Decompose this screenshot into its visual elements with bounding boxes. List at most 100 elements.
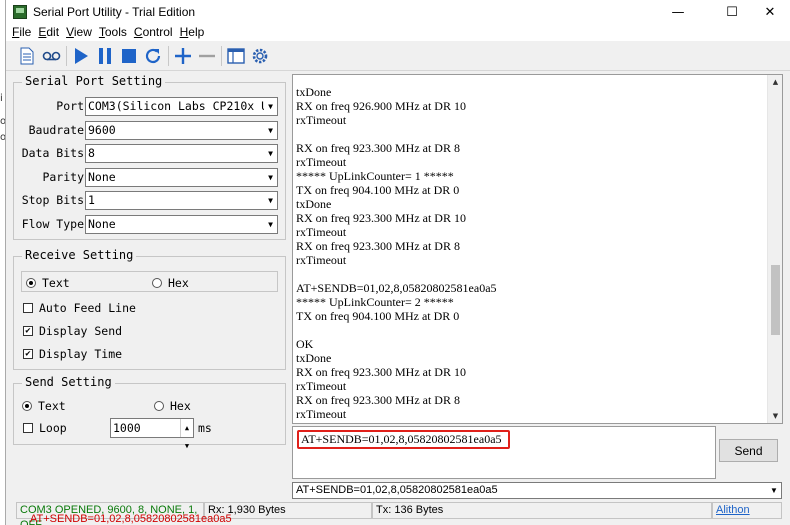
close-button[interactable]: ✕: [748, 0, 790, 24]
port-value: COM3(Silicon Labs CP210x USB: [88, 99, 278, 113]
receive-scrollbar[interactable]: ▲ ▼: [767, 75, 782, 423]
display-time-label: Display Time: [39, 347, 123, 361]
send-text-highlighted: AT+SENDB=01,02,8,05820802581ea0a5: [297, 430, 510, 449]
send-hex-label: Hex: [170, 399, 191, 413]
menu-help[interactable]: Help: [180, 24, 209, 41]
send-history-select[interactable]: AT+SENDB=01,02,8,05820802581ea0a5 ▼: [292, 482, 782, 499]
stop-bits-label: Stop Bits: [21, 193, 84, 207]
window-icon[interactable]: [225, 45, 247, 67]
scroll-down-icon[interactable]: ▼: [768, 409, 782, 423]
baudrate-select[interactable]: 9600 ▼: [85, 121, 278, 140]
app-icon: [13, 5, 27, 19]
loop-icon[interactable]: [41, 45, 63, 67]
loop-checkbox[interactable]: Loop: [23, 421, 67, 435]
scrollbar-thumb[interactable]: [771, 265, 780, 336]
title-bar: Serial Port Utility - Trial Edition — ☐ …: [6, 0, 790, 24]
radio-unselected-icon: [154, 401, 164, 411]
chevron-down-icon: ▼: [264, 216, 277, 233]
menu-edit[interactable]: Edit: [38, 24, 63, 41]
send-text-area[interactable]: AT+SENDB=01,02,8,05820802581ea0a5: [292, 426, 716, 479]
play-icon[interactable]: [70, 45, 92, 67]
auto-feed-line-checkbox[interactable]: Auto Feed Line: [23, 301, 136, 315]
refresh-icon[interactable]: [142, 45, 164, 67]
remove-icon[interactable]: [196, 45, 218, 67]
send-hex-radio[interactable]: Hex: [154, 399, 191, 413]
log-line: RX on freq 923.300 MHz at DR 8: [296, 239, 460, 253]
flow-type-select[interactable]: None ▼: [85, 215, 278, 234]
log-line: txDone: [296, 351, 332, 365]
log-line: RX on freq 923.300 MHz at DR 8: [296, 393, 460, 407]
parity-select[interactable]: None ▼: [85, 168, 278, 187]
menu-view[interactable]: View: [66, 24, 96, 41]
radio-unselected-icon: [152, 278, 162, 288]
log-line: rxTimeout: [296, 253, 347, 267]
menu-control[interactable]: Control: [134, 24, 177, 41]
log-line: rxTimeout: [296, 379, 347, 393]
checkmark-icon: ✔: [23, 349, 33, 359]
scroll-up-icon[interactable]: ▲: [768, 75, 782, 89]
new-file-icon[interactable]: [16, 45, 38, 67]
receive-text-radio[interactable]: Text: [26, 276, 70, 290]
menu-tools[interactable]: Tools: [99, 24, 131, 41]
stop-icon[interactable]: [118, 45, 140, 67]
pause-icon[interactable]: [94, 45, 116, 67]
menu-file-rest: ile: [19, 25, 32, 39]
menu-tools-rest: ools: [104, 25, 127, 39]
loop-interval-stepper[interactable]: 1000 ▲ ▼: [110, 418, 194, 450]
minimize-button[interactable]: —: [656, 0, 700, 24]
send-text-radio[interactable]: Text: [22, 399, 66, 413]
data-bits-label: Data Bits: [21, 146, 84, 160]
chevron-down-icon: ▼: [264, 98, 277, 115]
background-text: AT+SENDB=01,02,8,05820802581ea0a5: [30, 513, 232, 525]
receive-text-area[interactable]: txDone RX on freq 926.900 MHz at DR 10 rxT…: [292, 74, 783, 424]
settings-icon[interactable]: [249, 45, 271, 67]
main-window: Serial Port Utility - Trial Edition — ☐ …: [5, 0, 790, 525]
receive-setting-title: Receive Setting: [22, 248, 137, 262]
receive-mode-row: Text Hex: [21, 271, 278, 292]
log-line: OK: [296, 337, 314, 351]
receive-setting-group: Receive Setting Text Hex Auto Feed Line …: [13, 248, 286, 370]
send-setting-title: Send Setting: [22, 375, 115, 389]
radio-selected-icon: [26, 278, 36, 288]
send-button[interactable]: Send: [719, 439, 778, 462]
chevron-down-icon: ▼: [264, 169, 277, 186]
loop-interval-value: 1000: [113, 421, 141, 435]
checkbox-unchecked-icon: [23, 303, 33, 313]
flow-type-value: None: [88, 217, 116, 231]
log-line: TX on freq 904.100 MHz at DR 0: [296, 183, 460, 197]
log-line: AT+SENDB=01,02,8,05820802581ea0a5: [296, 281, 497, 295]
send-history-value: AT+SENDB=01,02,8,05820802581ea0a5: [296, 484, 498, 496]
menu-view-key: V: [66, 25, 74, 39]
stepper-arrows-icon[interactable]: ▲ ▼: [180, 419, 193, 450]
menu-view-rest: iew: [73, 25, 92, 39]
serial-port-setting-title: Serial Port Setting: [22, 74, 166, 88]
toolbar-separator: [168, 46, 169, 66]
toolbar-separator: [66, 46, 67, 66]
log-line: rxTimeout: [296, 407, 347, 421]
display-send-checkbox[interactable]: ✔ Display Send: [23, 324, 122, 338]
menu-edit-rest: dit: [46, 25, 60, 39]
stop-bits-select[interactable]: 1 ▼: [85, 191, 278, 210]
receive-hex-radio[interactable]: Hex: [152, 276, 189, 290]
brand-link[interactable]: Alithon: [712, 502, 782, 519]
parity-value: None: [88, 170, 116, 184]
stop-bits-value: 1: [88, 193, 95, 207]
display-time-checkbox[interactable]: ✔ Display Time: [23, 347, 122, 361]
loop-label: Loop: [39, 421, 67, 435]
log-line: ***** UpLinkCounter= 1 *****: [296, 169, 454, 183]
toolbar-separator: [221, 46, 222, 66]
receive-log: txDone RX on freq 926.900 MHz at DR 10 rxT…: [296, 85, 497, 421]
checkbox-unchecked-icon: [23, 423, 33, 433]
data-bits-select[interactable]: 8 ▼: [85, 144, 278, 163]
menu-help-key: H: [179, 25, 189, 39]
receive-text-label: Text: [42, 276, 70, 290]
menu-help-rest: elp: [188, 25, 205, 39]
add-icon[interactable]: [172, 45, 194, 67]
menu-file[interactable]: File: [12, 24, 35, 41]
port-select[interactable]: COM3(Silicon Labs CP210x USB ▼: [85, 97, 278, 116]
interval-unit: ms: [198, 421, 212, 435]
log-line: ***** UpLinkCounter= 2 *****: [296, 295, 454, 309]
baudrate-label: Baudrate: [28, 123, 84, 137]
log-line: txDone: [296, 197, 332, 211]
